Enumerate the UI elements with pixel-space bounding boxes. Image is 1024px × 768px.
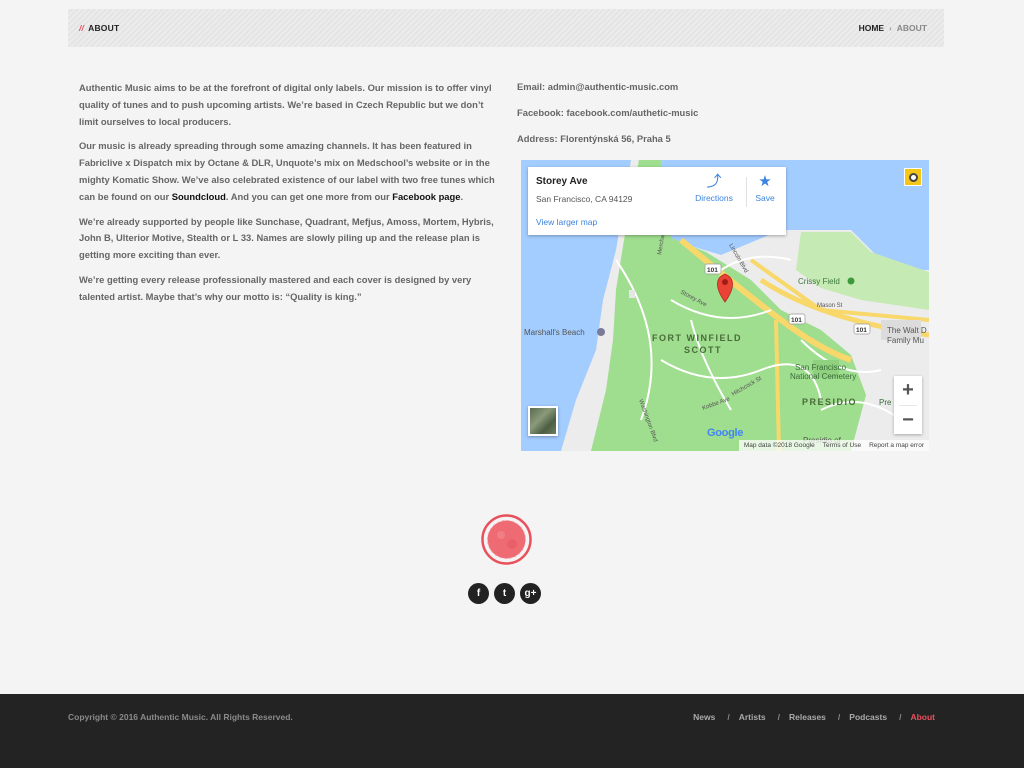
zoom-out-button[interactable]: − [894, 406, 922, 435]
title-slashes: // [79, 23, 85, 33]
breadcrumb: HOME › ABOUT [859, 23, 927, 33]
map-label-presidio: PRESIDIO [802, 397, 857, 407]
breadcrumb-separator: › [889, 23, 892, 33]
map-label-fort-winfield: FORT WINFIELD [652, 333, 742, 343]
footer-nav-news[interactable]: News [693, 712, 715, 722]
footer-nav-separator: / [899, 712, 902, 722]
page-title: //ABOUT [79, 23, 119, 33]
footer-nav-about[interactable]: About [910, 712, 935, 722]
soundcloud-link[interactable]: Soundcloud [172, 191, 226, 202]
satellite-toggle-button[interactable] [528, 406, 558, 436]
terms-of-use-link[interactable]: Terms of Use [823, 442, 861, 449]
map-label-walt-disney-2: Family Mu [887, 336, 924, 345]
directions-button[interactable]: ⤴ Directions [692, 173, 736, 203]
map-label-mason-st: Mason St [817, 303, 843, 309]
map-place-address: San Francisco, CA 94129 [536, 194, 633, 204]
footer-nav-podcasts[interactable]: Podcasts [849, 712, 887, 722]
page-title-text: ABOUT [88, 23, 120, 33]
map-pin-dot [722, 279, 728, 285]
logo-icon [481, 514, 532, 565]
footer-nav: News / Artists / Releases / Podcasts / A… [693, 712, 935, 722]
star-icon: ★ [758, 173, 772, 190]
zoom-in-button[interactable]: + [894, 376, 922, 405]
map-attribution: Map data ©2018 Google Terms of Use Repor… [738, 440, 929, 451]
about-paragraph-4: We’re getting every release professional… [79, 273, 472, 302]
google-plus-icon[interactable]: g+ [520, 583, 541, 604]
copyright-text: Copyright © 2016 Authentic Music. All Ri… [68, 712, 293, 722]
about-paragraph-1: Authentic Music aims to be at the forefr… [79, 82, 492, 127]
about-paragraph-2: Our music is already spreading through s… [79, 138, 497, 205]
card-divider [746, 177, 747, 207]
map-label-scott-text: SCOTT [684, 345, 722, 355]
report-map-error-link[interactable]: Report a map error [869, 442, 924, 449]
facebook-page-link[interactable]: Facebook page [392, 191, 460, 202]
google-logo-text: Google [707, 427, 744, 439]
footer-nav-separator: / [727, 712, 730, 722]
footer-nav-separator: / [837, 712, 841, 722]
map-hwy-shield-label: 101 [791, 317, 802, 324]
map-label-cemetery-2: National Cemetery [790, 372, 856, 381]
map-hwy-shield-label: 101 [707, 267, 718, 274]
view-larger-map-link[interactable]: View larger map [536, 217, 597, 227]
site-logo[interactable] [480, 513, 533, 566]
contact-email: Email: admin@authentic-music.com [517, 81, 679, 92]
directions-icon: ⤴ [706, 173, 722, 190]
about-p2-text-b: . And you can get one more from our [225, 190, 393, 202]
contact-info: Email: admin@authentic-music.com Faceboo… [517, 80, 937, 158]
map-place-name: Storey Ave [536, 176, 588, 187]
map-label-walt-disney-1: The Walt D [887, 326, 927, 335]
save-label: Save [755, 193, 775, 203]
footer-nav-releases[interactable]: Releases [789, 712, 826, 722]
map-label-presidio-edge: Pre [879, 398, 892, 407]
site-footer: Copyright © 2016 Authentic Music. All Ri… [0, 694, 1024, 768]
social-links: f t g+ [468, 583, 541, 604]
map-label-cemetery-1: San Francisco [795, 363, 847, 372]
map-building [629, 290, 635, 298]
map-label-marshalls-beach: Marshall's Beach [524, 328, 585, 337]
contact-address: Address: Florentýnská 56, Praha 5 [517, 133, 671, 144]
footer-nav-artists[interactable]: Artists [739, 712, 766, 722]
map-hwy-shield-label: 101 [856, 327, 867, 334]
directions-label: Directions [695, 193, 733, 203]
footer-nav-separator: / [777, 712, 781, 722]
breadcrumb-current: ABOUT [896, 23, 927, 33]
twitter-icon[interactable]: t [494, 583, 515, 604]
street-view-pegman-icon[interactable] [904, 168, 922, 186]
save-button[interactable]: ★ Save [750, 173, 780, 203]
embedded-map[interactable]: FORT WINFIELD SCOTT PRESIDIO Marshall's … [521, 160, 929, 451]
google-logo: Google [707, 427, 743, 439]
zoom-control: + − [894, 376, 922, 434]
contact-facebook: Facebook: facebook.com/authetic-music [517, 107, 699, 118]
facebook-icon[interactable]: f [468, 583, 489, 604]
about-text: Authentic Music aims to be at the forefr… [79, 80, 497, 314]
breadcrumb-home-link[interactable]: HOME [859, 23, 885, 33]
map-poi-icon [847, 277, 855, 285]
about-paragraph-3: We’re already supported by people like S… [79, 215, 494, 261]
about-p2-text-c: . [460, 190, 464, 202]
map-poi-icon [597, 328, 605, 336]
map-info-card: Storey Ave San Francisco, CA 94129 View … [528, 167, 786, 235]
page-header-bar: //ABOUT HOME › ABOUT [68, 9, 944, 47]
map-label-crissy-field: Crissy Field [798, 277, 840, 286]
map-data-text: Map data ©2018 Google [743, 442, 815, 449]
